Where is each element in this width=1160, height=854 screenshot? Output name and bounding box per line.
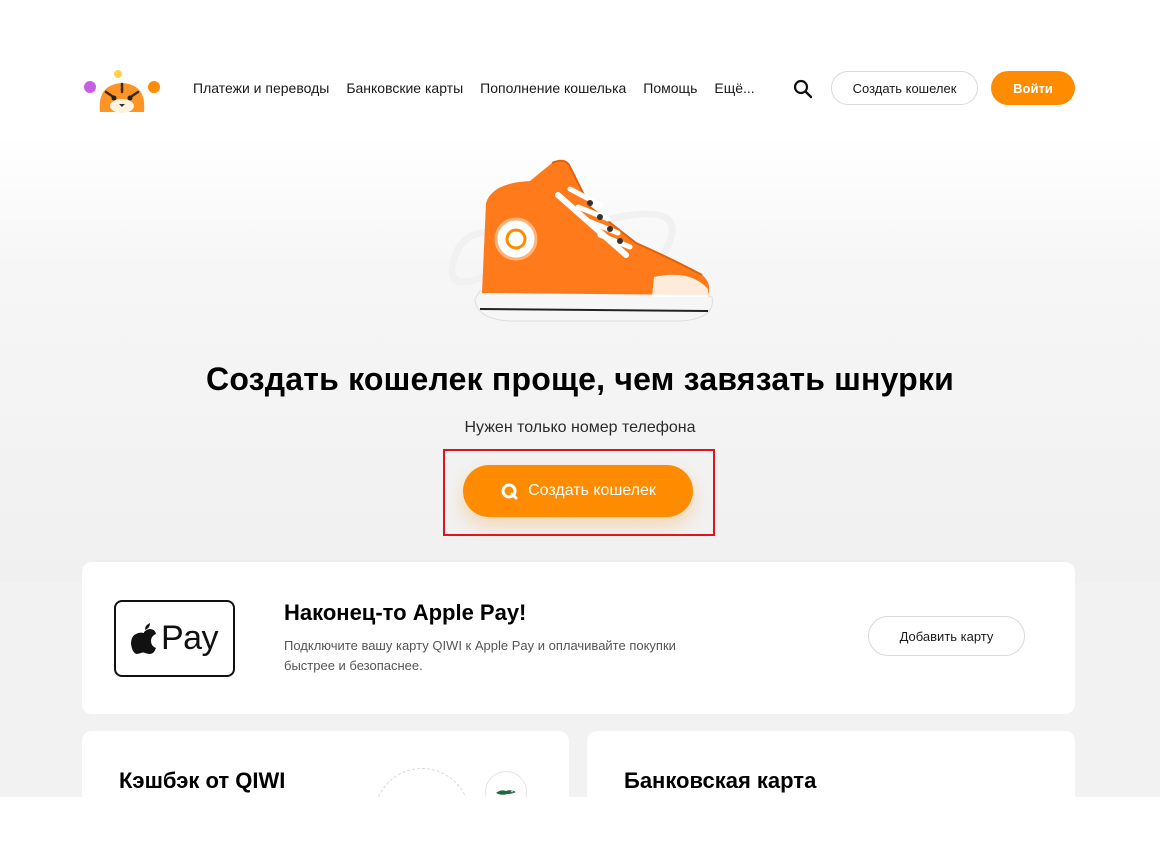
page-bottom-edge: [0, 797, 1160, 854]
apple-pay-logo: Pay: [114, 600, 235, 677]
apple-pay-description: Подключите вашу карту QIWI к Apple Pay и…: [284, 638, 676, 673]
login-button[interactable]: Войти: [991, 71, 1075, 105]
hero-title: Создать кошелек проще, чем завязать шнур…: [206, 361, 954, 397]
bank-card-title: Банковская карта: [624, 768, 817, 793]
nav-bank-cards[interactable]: Банковские карты: [346, 80, 463, 96]
hero-subtitle: Нужен только номер телефона: [464, 419, 696, 436]
cashback-title: Кэшбэк от QIWI: [119, 768, 286, 793]
create-wallet-button[interactable]: Создать кошелек: [463, 465, 693, 517]
apple-pay-logo-text: Pay: [160, 619, 219, 657]
qiwi-q-icon: [501, 483, 518, 500]
header-create-wallet-button[interactable]: Создать кошелек: [831, 71, 978, 105]
hero-section: Создать кошелек проще, чем завязать шнур…: [0, 135, 1160, 583]
qiwi-tiger-logo[interactable]: [80, 68, 164, 116]
nav-wallet-topup[interactable]: Пополнение кошелька: [480, 80, 626, 96]
nav-help[interactable]: Помощь: [643, 80, 697, 96]
nav-more[interactable]: Ещё...: [714, 80, 754, 96]
apple-pay-title: Наконец-то Apple Pay!: [284, 600, 527, 625]
site-header: Платежи и переводы Банковские карты Попо…: [0, 0, 1160, 135]
create-wallet-button-label: Создать кошелек: [528, 482, 656, 499]
search-icon[interactable]: [792, 78, 814, 100]
sneaker-illustration: [448, 159, 713, 322]
main-nav: Платежи и переводы Банковские карты Попо…: [193, 80, 755, 96]
apple-pay-card: Pay Наконец-то Apple Pay! Подключите ваш…: [82, 562, 1075, 714]
apple-icon: [130, 622, 156, 654]
nav-payments[interactable]: Платежи и переводы: [193, 80, 329, 96]
add-card-button[interactable]: Добавить карту: [868, 616, 1025, 656]
